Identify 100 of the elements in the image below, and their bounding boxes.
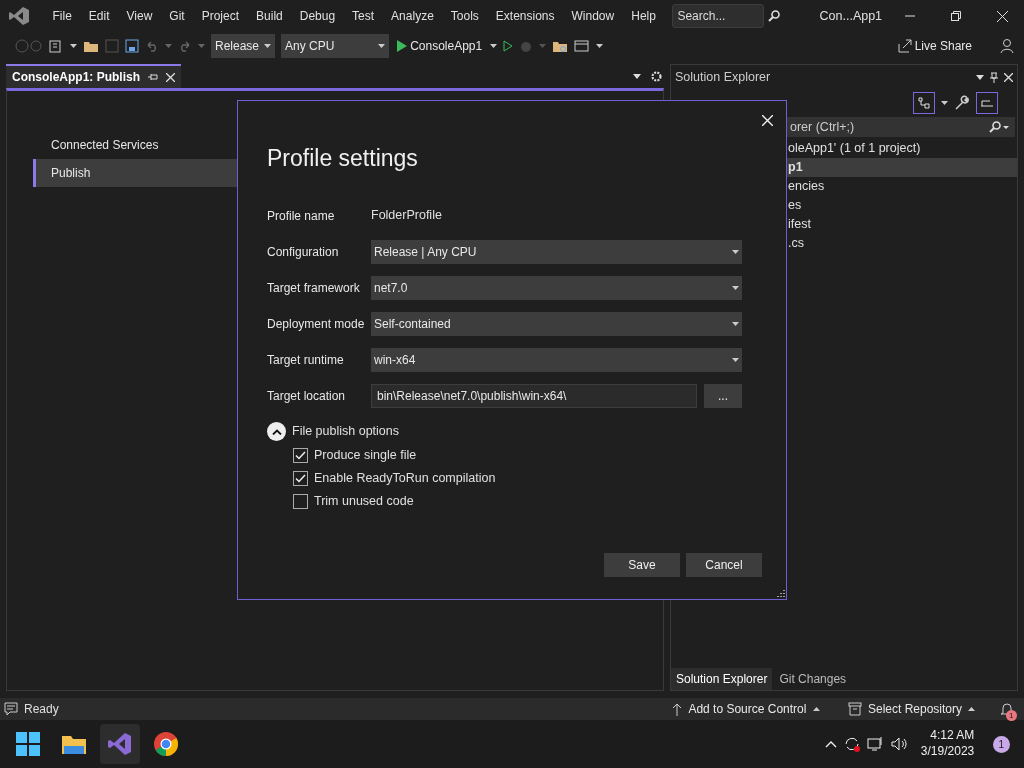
status-text: Ready [24, 701, 59, 718]
document-tab[interactable]: ConsoleApp1: Publish [6, 64, 181, 88]
checkbox[interactable] [293, 493, 308, 509]
pin-icon[interactable] [989, 71, 998, 83]
dropdown[interactable]: Self-contained [371, 311, 742, 336]
checkbox[interactable] [293, 447, 308, 463]
tree-item[interactable]: oleApp1' (1 of 1 project) [788, 139, 1017, 158]
notification-badge[interactable]: 1 [992, 735, 1010, 753]
platform-dropdown[interactable]: Any CPU [281, 34, 389, 58]
menu-item[interactable]: Window [563, 5, 623, 27]
close-icon[interactable] [166, 72, 175, 82]
close-icon[interactable] [762, 115, 773, 126]
window-layout-icon[interactable] [574, 39, 591, 53]
new-project-icon[interactable] [48, 38, 64, 54]
tree-item[interactable]: es [788, 196, 1017, 215]
settings-icon[interactable] [651, 70, 662, 82]
save-all-icon[interactable] [125, 39, 139, 53]
dropdown[interactable]: Release | Any CPU [371, 239, 742, 264]
dropdown-icon[interactable] [633, 73, 641, 79]
dropdown[interactable]: win-x64 [371, 347, 742, 372]
menu-item[interactable]: Test [343, 5, 383, 27]
dropdown-icon[interactable] [975, 74, 984, 80]
field-label: Configuration [267, 243, 340, 261]
volume-icon[interactable] [890, 736, 909, 752]
play-outline-icon[interactable] [503, 40, 514, 52]
menu-item[interactable]: View [118, 5, 161, 27]
close-icon[interactable] [1004, 72, 1013, 82]
pin-icon[interactable] [148, 73, 158, 81]
restore-icon[interactable] [951, 11, 961, 21]
start-button[interactable]: ConsoleApp1 [395, 37, 485, 55]
folder-search-icon[interactable] [552, 39, 569, 53]
live-share-button[interactable]: Live Share [891, 36, 978, 56]
menu-item[interactable]: Edit [80, 5, 119, 27]
field-label: Target location [267, 387, 347, 405]
clock[interactable]: 4:12 AM 3/19/2023 [920, 728, 975, 760]
browser-icon[interactable] [153, 731, 179, 757]
caret-icon[interactable] [940, 101, 948, 105]
caret-up-icon [968, 707, 976, 711]
menu-item[interactable]: Debug [291, 5, 344, 27]
repository-icon [847, 702, 862, 716]
switch-view-icon[interactable] [912, 92, 935, 114]
output-icon[interactable] [4, 702, 18, 716]
checkbox-label: Produce single file [314, 446, 417, 464]
caret-icon [732, 357, 739, 362]
network-icon[interactable] [866, 736, 885, 752]
close-icon[interactable] [997, 10, 1008, 22]
menu-item[interactable]: File [44, 5, 81, 27]
folder-icon[interactable] [83, 39, 99, 53]
undo-icon[interactable] [145, 40, 159, 52]
dialog-title: Profile settings [267, 144, 419, 173]
chevron-up-icon[interactable] [824, 740, 837, 748]
checkbox-label: Enable ReadyToRun compilation [314, 469, 496, 487]
expand-button[interactable] [267, 422, 286, 441]
sync-icon[interactable] [842, 735, 861, 753]
menu-item[interactable]: Tools [442, 5, 488, 27]
notification-badge: 1 [1005, 710, 1017, 721]
caret-icon[interactable] [70, 44, 77, 48]
tree-item[interactable]: ifest [788, 215, 1017, 234]
resize-grip-icon[interactable] [776, 589, 785, 598]
source-control-button[interactable]: Add to Source Control [666, 699, 826, 719]
save-button[interactable]: Save [604, 553, 680, 577]
chevron-up-icon [271, 428, 282, 435]
panel-tab[interactable]: Git Changes [774, 668, 852, 690]
check-icon [295, 450, 306, 460]
person-icon[interactable] [1000, 38, 1016, 54]
search-icon [989, 121, 1009, 133]
browse-button[interactable]: ... [704, 383, 742, 408]
menu-item[interactable]: Build [247, 5, 292, 27]
field-value: FolderProfile [371, 207, 442, 225]
menu-item[interactable]: Extensions [487, 5, 564, 27]
play-icon [397, 40, 407, 52]
wrench-icon[interactable] [954, 95, 970, 111]
preview-icon[interactable] [976, 92, 999, 114]
input-field[interactable]: bin\Release\net7.0\publish\win-x64\ [371, 383, 697, 408]
panel-tab[interactable]: Solution Explorer [671, 668, 773, 690]
cancel-button[interactable]: Cancel [686, 553, 762, 577]
caret-icon[interactable] [596, 44, 604, 48]
dropdown[interactable]: net7.0 [371, 275, 742, 300]
panel-title: Solution Explorer [675, 68, 771, 86]
configuration-dropdown[interactable]: Release [211, 34, 275, 58]
visual-studio-icon[interactable] [107, 731, 133, 757]
repository-button[interactable]: Select Repository [841, 699, 982, 719]
search-field[interactable]: Search... [672, 4, 765, 28]
caret-icon [732, 285, 739, 290]
tree-item[interactable]: .cs [788, 234, 1017, 253]
menu-item[interactable]: Project [193, 5, 248, 27]
start-icon[interactable] [15, 731, 41, 757]
redo-icon[interactable] [178, 40, 192, 52]
tree-item[interactable]: encies [788, 177, 1017, 196]
menu-item[interactable]: Git [160, 5, 194, 27]
menu-item[interactable]: Analyze [382, 5, 443, 27]
caret-icon[interactable] [490, 44, 498, 48]
menu-item[interactable]: Help [622, 5, 665, 27]
caret-icon [732, 249, 739, 254]
checkbox-label: Trim unused code [314, 492, 414, 510]
search-icon[interactable] [767, 10, 780, 22]
checkbox[interactable] [293, 470, 308, 486]
caret-icon [732, 321, 739, 326]
time-text: 4:12 AM [930, 728, 975, 744]
check-icon [295, 473, 306, 483]
